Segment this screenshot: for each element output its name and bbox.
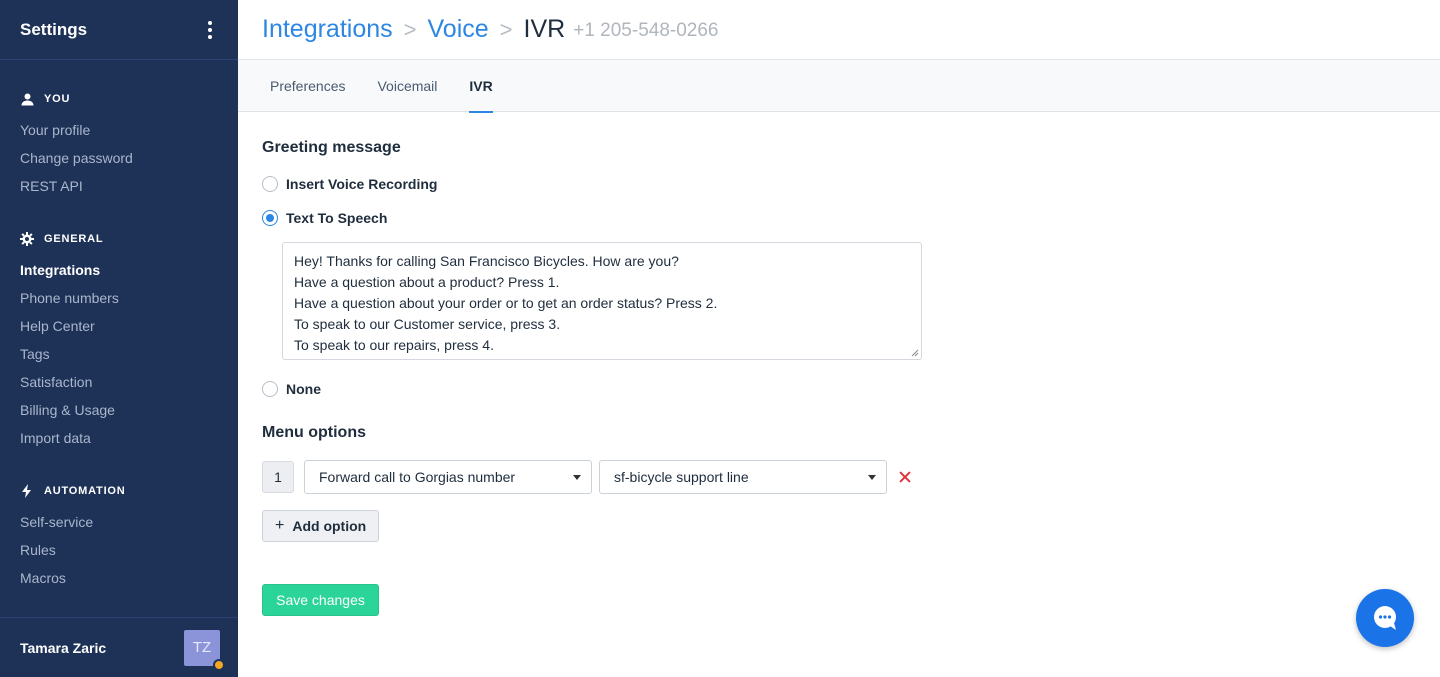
breadcrumb-separator: > <box>403 16 417 42</box>
tts-line: Have a question about your order or to g… <box>294 295 718 311</box>
sidebar-title: Settings <box>20 19 88 39</box>
plus-icon: + <box>275 517 285 534</box>
tts-textarea[interactable]: Hey! Thanks for calling San Francisco Bi… <box>282 242 922 360</box>
breadcrumb-integrations[interactable]: Integrations <box>262 15 393 44</box>
user-icon <box>20 92 34 106</box>
add-option-button[interactable]: + Add option <box>262 510 380 542</box>
tts-line: To speak to our Customer service, press … <box>294 316 561 332</box>
sidebar-item-billing-usage[interactable]: Billing & Usage <box>20 402 115 418</box>
phone-number: +1 205-548-0266 <box>573 19 719 41</box>
chat-bubble-icon <box>1374 606 1396 630</box>
chevron-down-icon <box>868 474 876 480</box>
sidebar-header: Settings <box>0 0 238 60</box>
add-option-label: Add option <box>292 518 367 534</box>
sidebar-item-self-service[interactable]: Self-service <box>20 514 93 530</box>
sidebar: Settings YOU Your profile Change passwor… <box>0 0 238 677</box>
radio-label: Text To Speech <box>286 210 388 226</box>
action-select-value: Forward call to Gorgias number <box>319 469 516 485</box>
section-you: YOU <box>20 92 70 106</box>
radio-label: Insert Voice Recording <box>286 176 438 192</box>
greeting-title: Greeting message <box>262 139 401 156</box>
resize-handle-icon[interactable] <box>911 349 919 357</box>
tts-line: Have a question about a product? Press 1… <box>294 274 560 290</box>
avatar[interactable]: TZ <box>184 629 225 671</box>
tab-preferences[interactable]: Preferences <box>270 60 345 112</box>
sidebar-item-phone-numbers[interactable]: Phone numbers <box>20 290 119 306</box>
section-label-general: GENERAL <box>44 233 104 245</box>
breadcrumb-voice[interactable]: Voice <box>428 15 489 44</box>
sidebar-item-macros[interactable]: Macros <box>20 570 66 586</box>
gear-icon <box>20 232 34 246</box>
chevron-down-icon <box>573 474 581 480</box>
tab-voicemail[interactable]: Voicemail <box>377 60 437 112</box>
radio-label: None <box>286 381 321 397</box>
tts-line: Hey! Thanks for calling San Francisco Bi… <box>294 253 679 269</box>
breadcrumb: Integrations > Voice > IVR +1 205-548-02… <box>238 0 1440 60</box>
sidebar-item-tags[interactable]: Tags <box>20 346 50 362</box>
tts-line: To speak to our repairs, press 4. <box>294 337 494 353</box>
status-indicator <box>213 658 225 671</box>
delete-option-icon[interactable] <box>897 469 913 485</box>
target-select[interactable]: sf-bicycle support line <box>599 460 887 494</box>
save-button[interactable]: Save changes <box>262 584 379 616</box>
chat-launcher-button[interactable] <box>1356 589 1414 647</box>
sidebar-item-your-profile[interactable]: Your profile <box>20 122 90 138</box>
radio-button[interactable] <box>262 210 278 226</box>
radio-text-to-speech[interactable]: Text To Speech <box>262 210 387 226</box>
action-select[interactable]: Forward call to Gorgias number <box>304 460 592 494</box>
user-name: Tamara Zaric <box>20 639 107 656</box>
sidebar-item-change-password[interactable]: Change password <box>20 150 133 166</box>
radio-insert-voice-recording[interactable]: Insert Voice Recording <box>262 176 437 192</box>
section-label-automation: AUTOMATION <box>44 485 126 497</box>
sidebar-item-help-center[interactable]: Help Center <box>20 318 95 334</box>
radio-button[interactable] <box>262 381 278 397</box>
section-label-you: YOU <box>44 93 71 105</box>
sidebar-item-rules[interactable]: Rules <box>20 542 56 558</box>
option-number: 1 <box>262 461 294 493</box>
more-options-icon[interactable] <box>202 20 218 40</box>
radio-button[interactable] <box>262 176 278 192</box>
avatar-initials: TZ <box>192 639 212 656</box>
tab-bar: Preferences Voicemail IVR <box>238 60 1440 113</box>
section-automation: AUTOMATION <box>20 484 126 498</box>
user-footer: Tamara Zaric TZ <box>0 617 238 677</box>
sidebar-item-integrations[interactable]: Integrations <box>20 262 100 278</box>
target-select-value: sf-bicycle support line <box>614 469 749 485</box>
section-general: GENERAL <box>20 232 103 246</box>
sidebar-item-import-data[interactable]: Import data <box>20 430 91 446</box>
radio-none[interactable]: None <box>262 381 321 397</box>
bolt-icon <box>20 484 34 498</box>
tab-ivr[interactable]: IVR <box>469 60 494 113</box>
menu-option-row: 1 Forward call to Gorgias number sf-bicy… <box>262 460 913 494</box>
breadcrumb-separator: > <box>499 16 513 42</box>
sidebar-item-satisfaction[interactable]: Satisfaction <box>20 374 92 390</box>
menu-options-title: Menu options <box>262 424 366 441</box>
breadcrumb-current: IVR <box>523 15 566 43</box>
sidebar-item-rest-api[interactable]: REST API <box>20 178 83 194</box>
